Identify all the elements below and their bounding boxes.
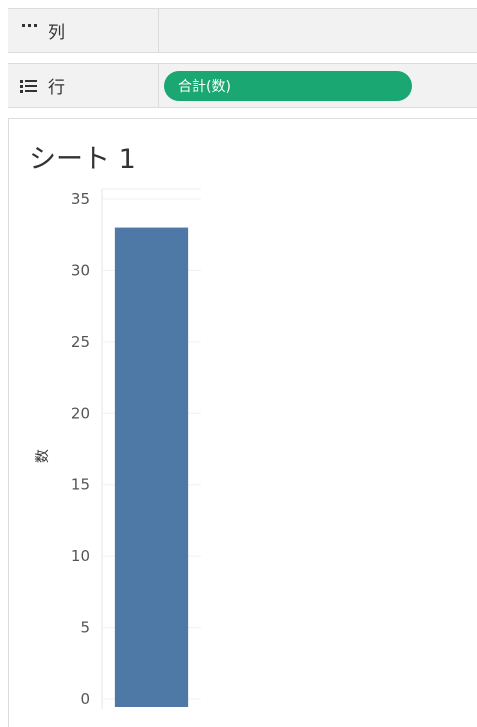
- y-tick-label: 20: [71, 404, 90, 422]
- y-tick-label: 35: [71, 190, 90, 208]
- bar: [114, 227, 189, 708]
- columns-drop-area[interactable]: [159, 9, 477, 52]
- bar-chart: 0 5 10 15 20 25 30 35 数: [35, 188, 201, 709]
- columns-shelf-label: 列: [48, 23, 65, 43]
- rows-drop-area[interactable]: 合計(数): [159, 64, 477, 107]
- y-tick-label: 25: [71, 333, 90, 351]
- y-tick-label: 0: [80, 690, 90, 708]
- y-tick-label: 15: [71, 476, 90, 494]
- rows-list-icon: [20, 77, 38, 95]
- y-axis-title: 数: [35, 449, 51, 463]
- y-tick-label: 10: [71, 547, 90, 565]
- rows-shelf-label-area: 行: [8, 64, 159, 107]
- columns-shelf-label-area: 列: [8, 9, 159, 52]
- measure-pill[interactable]: 合計(数): [164, 71, 412, 101]
- columns-icon: [20, 22, 38, 40]
- rows-shelf[interactable]: 行 合計(数): [8, 63, 477, 108]
- y-tick-label: 30: [71, 261, 90, 279]
- sheet-view: シート 1 0 5 10 15 20 25 30 35 数: [8, 118, 477, 727]
- columns-shelf[interactable]: 列: [8, 8, 477, 53]
- y-tick-label: 5: [80, 619, 90, 637]
- rows-shelf-label: 行: [48, 78, 65, 98]
